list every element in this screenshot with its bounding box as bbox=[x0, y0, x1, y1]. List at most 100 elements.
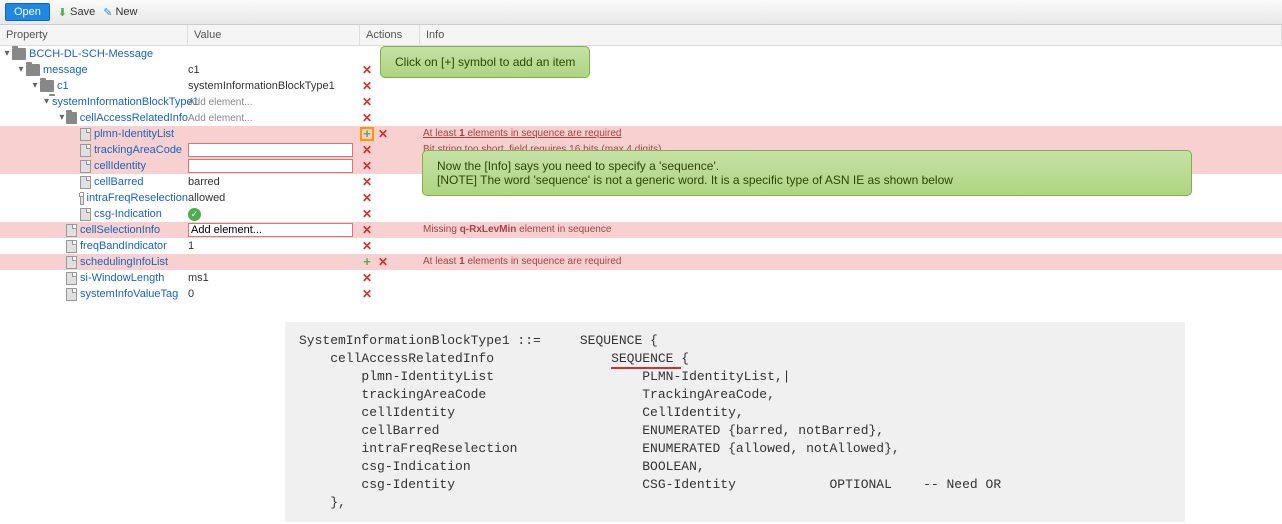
node-label: cellBarred bbox=[94, 174, 144, 190]
info-text: At least 1 elements in sequence are requ… bbox=[420, 126, 1282, 142]
code-line: trackingAreaCode TrackingAreaCode, bbox=[299, 386, 1171, 404]
value-input[interactable] bbox=[188, 223, 353, 237]
tree-row-sib1[interactable]: ▾ systemInformationBlockType1 Add elemen… bbox=[0, 94, 1282, 110]
save-icon: ⬇ bbox=[58, 6, 67, 19]
tree-row-schedlist[interactable]: schedulingInfoList + ✕ At least 1 elemen… bbox=[0, 254, 1282, 270]
check-icon: ✓ bbox=[188, 208, 201, 221]
tree-row-csgind[interactable]: csg-Indication ✓ ✕ bbox=[0, 206, 1282, 222]
delete-button[interactable]: ✕ bbox=[360, 238, 374, 254]
code-line: intraFreqReselection ENUMERATED {allowed… bbox=[299, 440, 1171, 458]
header-property: Property bbox=[0, 25, 188, 45]
tree-row-root[interactable]: ▾ BCCH-DL-SCH-Message bbox=[0, 46, 1282, 62]
delete-button[interactable]: ✕ bbox=[360, 142, 374, 158]
add-button[interactable]: + bbox=[360, 127, 374, 141]
code-line: SystemInformationBlockType1 ::= SEQUENCE… bbox=[299, 332, 1171, 350]
file-icon bbox=[66, 240, 77, 253]
info-text: Missing q-RxLevMin element in sequence bbox=[420, 222, 1282, 238]
node-label: freqBandIndicator bbox=[80, 238, 167, 254]
node-value: c1 bbox=[188, 64, 200, 76]
code-line: csg-Identity CSG-Identity OPTIONAL -- Ne… bbox=[299, 476, 1171, 494]
node-label: trackingAreaCode bbox=[94, 142, 182, 158]
save-label: Save bbox=[70, 6, 95, 18]
node-label: intraFreqReselection bbox=[87, 190, 189, 206]
node-label: c1 bbox=[57, 78, 69, 94]
node-label: si-WindowLength bbox=[80, 270, 164, 286]
node-value: ms1 bbox=[188, 272, 209, 284]
tree-row-sysvaltag[interactable]: systemInfoValueTag 0 ✕ bbox=[0, 286, 1282, 302]
code-line: cellIdentity CellIdentity, bbox=[299, 404, 1171, 422]
file-icon bbox=[66, 272, 77, 285]
callout-tooltip: Now the [Info] says you need to specify … bbox=[422, 150, 1192, 196]
file-icon bbox=[80, 160, 91, 173]
file-icon bbox=[80, 176, 91, 189]
collapse-icon[interactable]: ▾ bbox=[30, 78, 40, 94]
delete-button[interactable]: ✕ bbox=[360, 110, 374, 126]
tree-row-freqband[interactable]: freqBandIndicator 1 ✕ bbox=[0, 238, 1282, 254]
node-label: cellSelectionInfo bbox=[80, 222, 160, 238]
delete-button[interactable]: ✕ bbox=[360, 78, 374, 94]
info-text: At least 1 elements in sequence are requ… bbox=[420, 254, 1282, 270]
folder-icon bbox=[66, 112, 77, 124]
delete-button[interactable]: ✕ bbox=[360, 62, 374, 78]
node-value: 0 bbox=[188, 288, 194, 300]
file-icon bbox=[66, 256, 77, 269]
node-label: cellIdentity bbox=[94, 158, 146, 174]
callout-line2: [NOTE] The word 'sequence' is not a gene… bbox=[437, 173, 1177, 187]
node-label: cellAccessRelatedInfo bbox=[80, 110, 188, 126]
tree-row-cellsel[interactable]: cellSelectionInfo ✕ Missing q-RxLevMin e… bbox=[0, 222, 1282, 238]
node-label: csg-Indication bbox=[94, 206, 162, 222]
tree-row-message[interactable]: ▾ message c1 ✕ bbox=[0, 62, 1282, 78]
tree-row-c1[interactable]: ▾ c1 systemInformationBlockType1 ✕ bbox=[0, 78, 1282, 94]
new-button[interactable]: ✎ New bbox=[103, 6, 137, 19]
delete-button[interactable]: ✕ bbox=[376, 126, 390, 142]
code-line: cellBarred ENUMERATED {barred, notBarred… bbox=[299, 422, 1171, 440]
file-icon bbox=[80, 192, 84, 205]
header-value: Value bbox=[188, 25, 360, 45]
open-button[interactable]: Open bbox=[5, 3, 50, 21]
tree-row-cellaccess[interactable]: ▾ cellAccessRelatedInfo Add element... ✕ bbox=[0, 110, 1282, 126]
collapse-icon[interactable]: ▾ bbox=[16, 62, 26, 78]
file-icon bbox=[80, 128, 91, 141]
wand-icon: ✎ bbox=[103, 6, 112, 19]
folder-icon bbox=[26, 64, 40, 76]
delete-button[interactable]: ✕ bbox=[360, 174, 374, 190]
code-line: cellAccessRelatedInfo SEQUENCE { bbox=[299, 350, 1171, 368]
folder-icon bbox=[40, 80, 54, 92]
node-label: systemInfoValueTag bbox=[80, 286, 178, 302]
new-label: New bbox=[115, 6, 137, 18]
folder-icon bbox=[12, 48, 26, 60]
file-icon bbox=[80, 144, 91, 157]
add-button[interactable]: + bbox=[360, 255, 374, 269]
delete-button[interactable]: ✕ bbox=[360, 206, 374, 222]
delete-button[interactable]: ✕ bbox=[360, 190, 374, 206]
header-actions: Actions bbox=[360, 25, 420, 45]
delete-button[interactable]: ✕ bbox=[360, 158, 374, 174]
add-element-text[interactable]: Add element... bbox=[188, 97, 252, 108]
file-icon bbox=[66, 288, 77, 301]
value-input[interactable] bbox=[188, 143, 353, 157]
node-value: 1 bbox=[188, 240, 194, 252]
delete-button[interactable]: ✕ bbox=[360, 286, 374, 302]
collapse-icon[interactable]: ▾ bbox=[58, 110, 66, 126]
delete-button[interactable]: ✕ bbox=[360, 94, 374, 110]
code-line: }, bbox=[299, 494, 1171, 512]
collapse-icon[interactable]: ▾ bbox=[2, 46, 12, 62]
add-element-text[interactable]: Add element... bbox=[188, 113, 252, 124]
collapse-icon[interactable]: ▾ bbox=[44, 94, 49, 110]
code-line: plmn-IdentityList PLMN-IdentityList,| bbox=[299, 368, 1171, 386]
node-value: barred bbox=[188, 176, 220, 188]
delete-button[interactable]: ✕ bbox=[360, 270, 374, 286]
callout-line1: Now the [Info] says you need to specify … bbox=[437, 159, 1177, 173]
node-value: systemInformationBlockType1 bbox=[188, 80, 335, 92]
delete-button[interactable]: ✕ bbox=[376, 254, 390, 270]
node-label: schedulingInfoList bbox=[80, 254, 168, 270]
tree-row-plmn[interactable]: plmn-IdentityList + ✕ At least 1 element… bbox=[0, 126, 1282, 142]
tree-row-siwin[interactable]: si-WindowLength ms1 ✕ bbox=[0, 270, 1282, 286]
value-input[interactable] bbox=[188, 159, 353, 173]
node-label: message bbox=[43, 62, 88, 78]
file-icon bbox=[80, 208, 91, 221]
code-line: csg-Indication BOOLEAN, bbox=[299, 458, 1171, 476]
header-info: Info bbox=[420, 25, 1282, 45]
delete-button[interactable]: ✕ bbox=[360, 222, 374, 238]
save-button[interactable]: ⬇ Save bbox=[58, 6, 95, 19]
